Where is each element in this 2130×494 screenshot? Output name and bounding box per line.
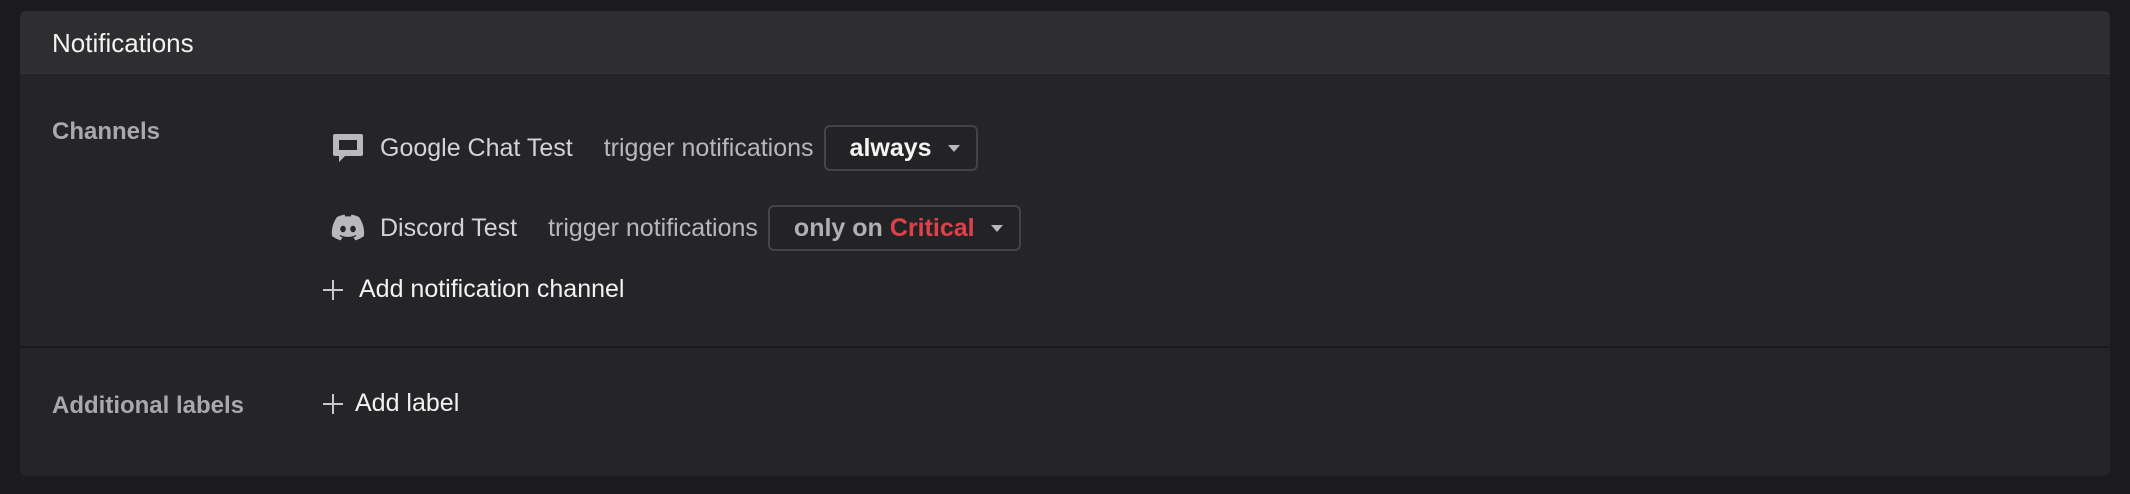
plus-icon	[323, 393, 343, 414]
additional-labels-section-label: Additional labels	[52, 392, 245, 419]
add-label-text: Add label	[355, 389, 460, 417]
google-chat-icon	[330, 130, 366, 166]
notifications-panel: Notifications Channels Google Chat Test …	[20, 11, 2110, 476]
panel-header: Notifications	[20, 11, 2110, 74]
select-prefix: only on	[793, 213, 883, 242]
channels-section-label: Channels	[52, 118, 161, 145]
add-channel-label: Add notification channel	[359, 275, 625, 303]
severity-label: Critical	[889, 213, 975, 242]
channel-row-discord: Discord Test trigger notifications only …	[330, 203, 1021, 253]
trigger-select-google-chat[interactable]: always	[823, 125, 978, 171]
trigger-text: trigger notifications	[548, 213, 758, 242]
channel-row-google-chat: Google Chat Test trigger notifications a…	[330, 123, 978, 173]
channel-name: Google Chat Test	[380, 133, 573, 162]
select-value: always	[849, 133, 932, 162]
section-divider	[20, 346, 2110, 348]
discord-icon	[330, 210, 366, 246]
channel-name: Discord Test	[380, 213, 518, 242]
trigger-select-discord[interactable]: only on Critical	[767, 205, 1021, 251]
caret-down-icon	[990, 224, 1003, 232]
add-notification-channel-button[interactable]: Add notification channel	[323, 275, 624, 304]
caret-down-icon	[947, 144, 960, 152]
panel-title: Notifications	[52, 28, 194, 58]
trigger-text: trigger notifications	[603, 133, 814, 162]
plus-icon	[323, 279, 343, 300]
add-label-button[interactable]: Add label	[323, 389, 459, 418]
